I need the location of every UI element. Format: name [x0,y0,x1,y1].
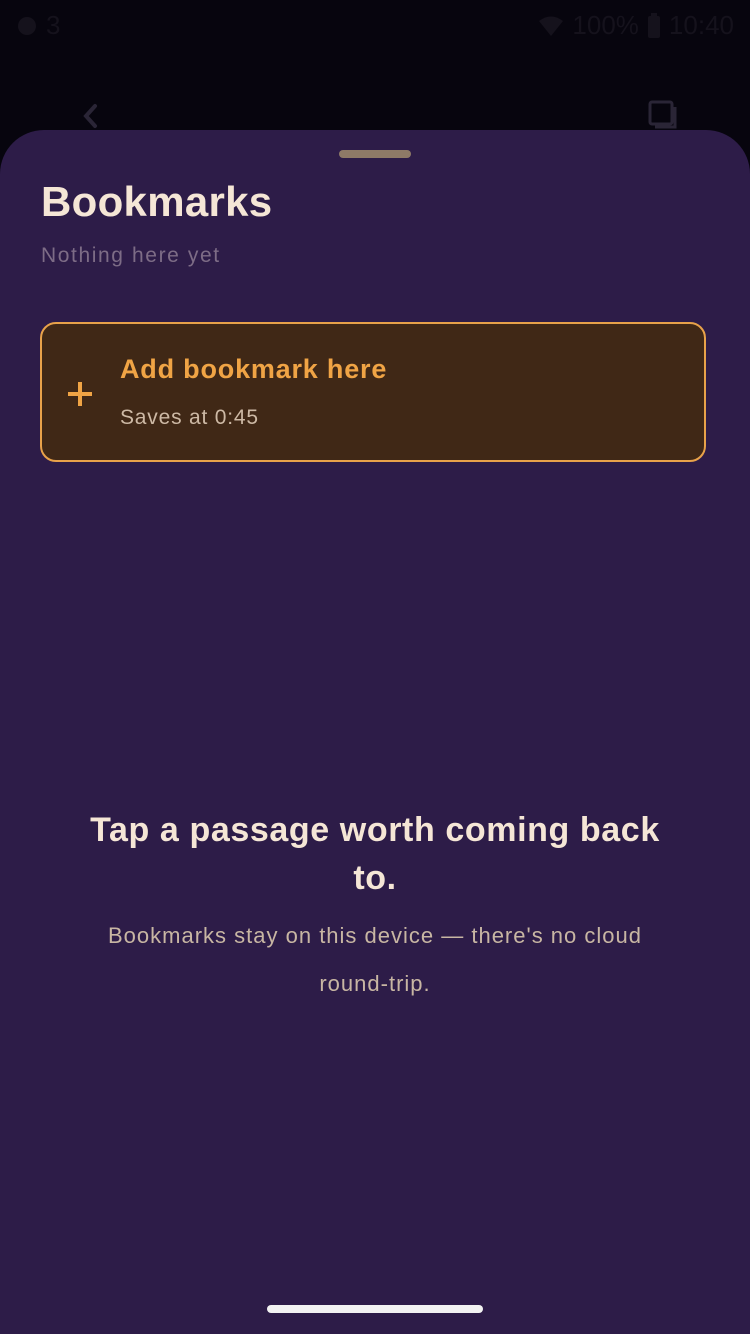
sheet-drag-handle[interactable] [339,150,411,158]
battery-percent: 100% [572,10,639,40]
clock: 10:40 [668,10,734,40]
battery-icon [647,12,661,39]
add-bookmark-button[interactable]: Add bookmark here Saves at 0:45 [40,322,706,462]
screen: 3 100% 10:40 Bookmarks Nothing here yet [0,0,750,1334]
wifi-icon [538,15,564,37]
status-left: 3 [16,10,60,41]
status-right: 100% 10:40 [538,10,734,41]
status-bar: 3 100% 10:40 [0,0,750,52]
plus-icon [68,382,92,406]
notification-count: 3 [46,10,61,40]
notification-icon [16,15,38,37]
bookmarks-sheet: Bookmarks Nothing here yet Add bookmark … [0,130,750,1334]
home-indicator[interactable] [267,1305,483,1313]
pages-icon[interactable] [646,98,678,130]
empty-state-headline: Tap a passage worth coming back to. [90,811,660,897]
empty-state-body: Bookmarks stay on this device — there's … [108,923,642,996]
sheet-title: Bookmarks [41,178,273,225]
add-bookmark-title: Add bookmark here [120,354,388,384]
sheet-subtitle: Nothing here yet [41,244,221,267]
add-bookmark-position: Saves at 0:45 [120,406,259,429]
back-chevron-icon[interactable] [78,100,102,132]
